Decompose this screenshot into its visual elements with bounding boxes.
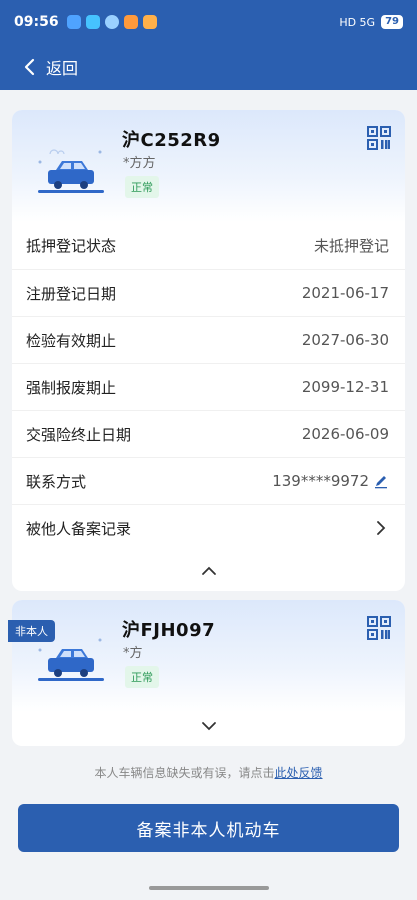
info-label: 抵押登记状态 xyxy=(26,237,117,255)
chevron-down-icon xyxy=(201,722,216,731)
feedback-link[interactable]: 此处反馈 xyxy=(275,766,323,780)
owner-name: *方方 xyxy=(123,156,156,171)
status-badge: 正常 xyxy=(125,176,159,198)
info-value: 2099-12-31 xyxy=(301,378,389,396)
vehicle-card-1: 沪C252R9 *方方 正常 抵押登记状态 未抵押登记 注册登记日期 2021-… xyxy=(12,110,405,591)
vehicle-card-header: 沪C252R9 *方方 正常 xyxy=(12,110,405,222)
qr-code-icon[interactable] xyxy=(367,616,391,640)
info-row-register-date: 注册登记日期 2021-06-17 xyxy=(12,269,405,316)
info-label: 强制报废期止 xyxy=(26,378,117,397)
phone-number: 139****9972 xyxy=(272,472,369,490)
battery-icon: 79 xyxy=(381,15,403,29)
home-indicator[interactable] xyxy=(149,886,269,890)
status-time: 09:56 xyxy=(14,14,59,30)
info-row-others-record[interactable]: 被他人备案记录 xyxy=(12,504,405,551)
info-label: 联系方式 xyxy=(26,472,87,491)
info-label: 检验有效期止 xyxy=(26,331,117,350)
info-row-scrap-date: 强制报废期止 2099-12-31 xyxy=(12,363,405,410)
chat-notification-icon xyxy=(85,15,100,29)
status-indicators: HD 5G 79 xyxy=(339,15,403,29)
back-button[interactable]: 返回 xyxy=(20,55,78,79)
car-illustration-icon xyxy=(38,149,104,193)
back-chevron-icon xyxy=(24,58,35,76)
info-value: 2026-06-09 xyxy=(301,425,389,443)
info-row-inspection: 检验有效期止 2027-06-30 xyxy=(12,316,405,363)
vehicle-card-2: 非本人 沪FJH097 *方 正常 xyxy=(8,600,405,746)
info-row-contact[interactable]: 联系方式 139****9972 xyxy=(12,457,405,504)
info-label: 交强险终止日期 xyxy=(26,425,132,444)
info-row-mortgage: 抵押登记状态 未抵押登记 xyxy=(12,222,405,269)
info-label: 注册登记日期 xyxy=(26,284,117,303)
signal-icon: HD 5G xyxy=(339,15,376,29)
info-value: 2027-06-30 xyxy=(301,331,389,349)
edit-icon[interactable] xyxy=(373,473,389,489)
plate-number: 沪C252R9 xyxy=(122,130,221,151)
non-owner-tag: 非本人 xyxy=(8,620,55,642)
vehicle-info-list: 抵押登记状态 未抵押登记 注册登记日期 2021-06-17 检验有效期止 20… xyxy=(12,222,405,551)
chevron-up-icon xyxy=(201,566,216,575)
shop-notification-icon xyxy=(123,15,138,29)
feedback-note: 本人车辆信息缺失或有误，请点击此处反馈 xyxy=(0,764,417,781)
status-badge: 正常 xyxy=(125,666,159,688)
info-row-insurance: 交强险终止日期 2026-06-09 xyxy=(12,410,405,457)
vehicle-card-header: 非本人 沪FJH097 *方 正常 xyxy=(8,600,405,712)
back-label: 返回 xyxy=(46,59,79,78)
info-label: 被他人备案记录 xyxy=(26,519,132,538)
app-notification-icon xyxy=(66,15,81,29)
status-bar: 09:56 HD 5G 79 xyxy=(0,0,417,44)
expand-button[interactable] xyxy=(12,712,405,746)
contact-value-group[interactable]: 139****9972 xyxy=(272,472,389,490)
feedback-note-text: 本人车辆信息缺失或有误，请点击 xyxy=(94,766,275,780)
mail-notification-icon xyxy=(142,15,157,29)
collapse-button[interactable] xyxy=(12,551,405,591)
plate-number: 沪FJH097 xyxy=(122,620,216,641)
location-icon xyxy=(104,15,119,29)
qr-code-icon[interactable] xyxy=(367,126,391,150)
info-value: 未抵押登记 xyxy=(313,237,389,255)
owner-name: *方 xyxy=(123,646,143,661)
nav-bar: 返回 xyxy=(0,44,417,90)
register-non-owner-vehicle-button[interactable]: 备案非本人机动车 xyxy=(18,804,399,852)
info-value: 2021-06-17 xyxy=(301,284,389,302)
chevron-right-icon xyxy=(377,521,386,535)
